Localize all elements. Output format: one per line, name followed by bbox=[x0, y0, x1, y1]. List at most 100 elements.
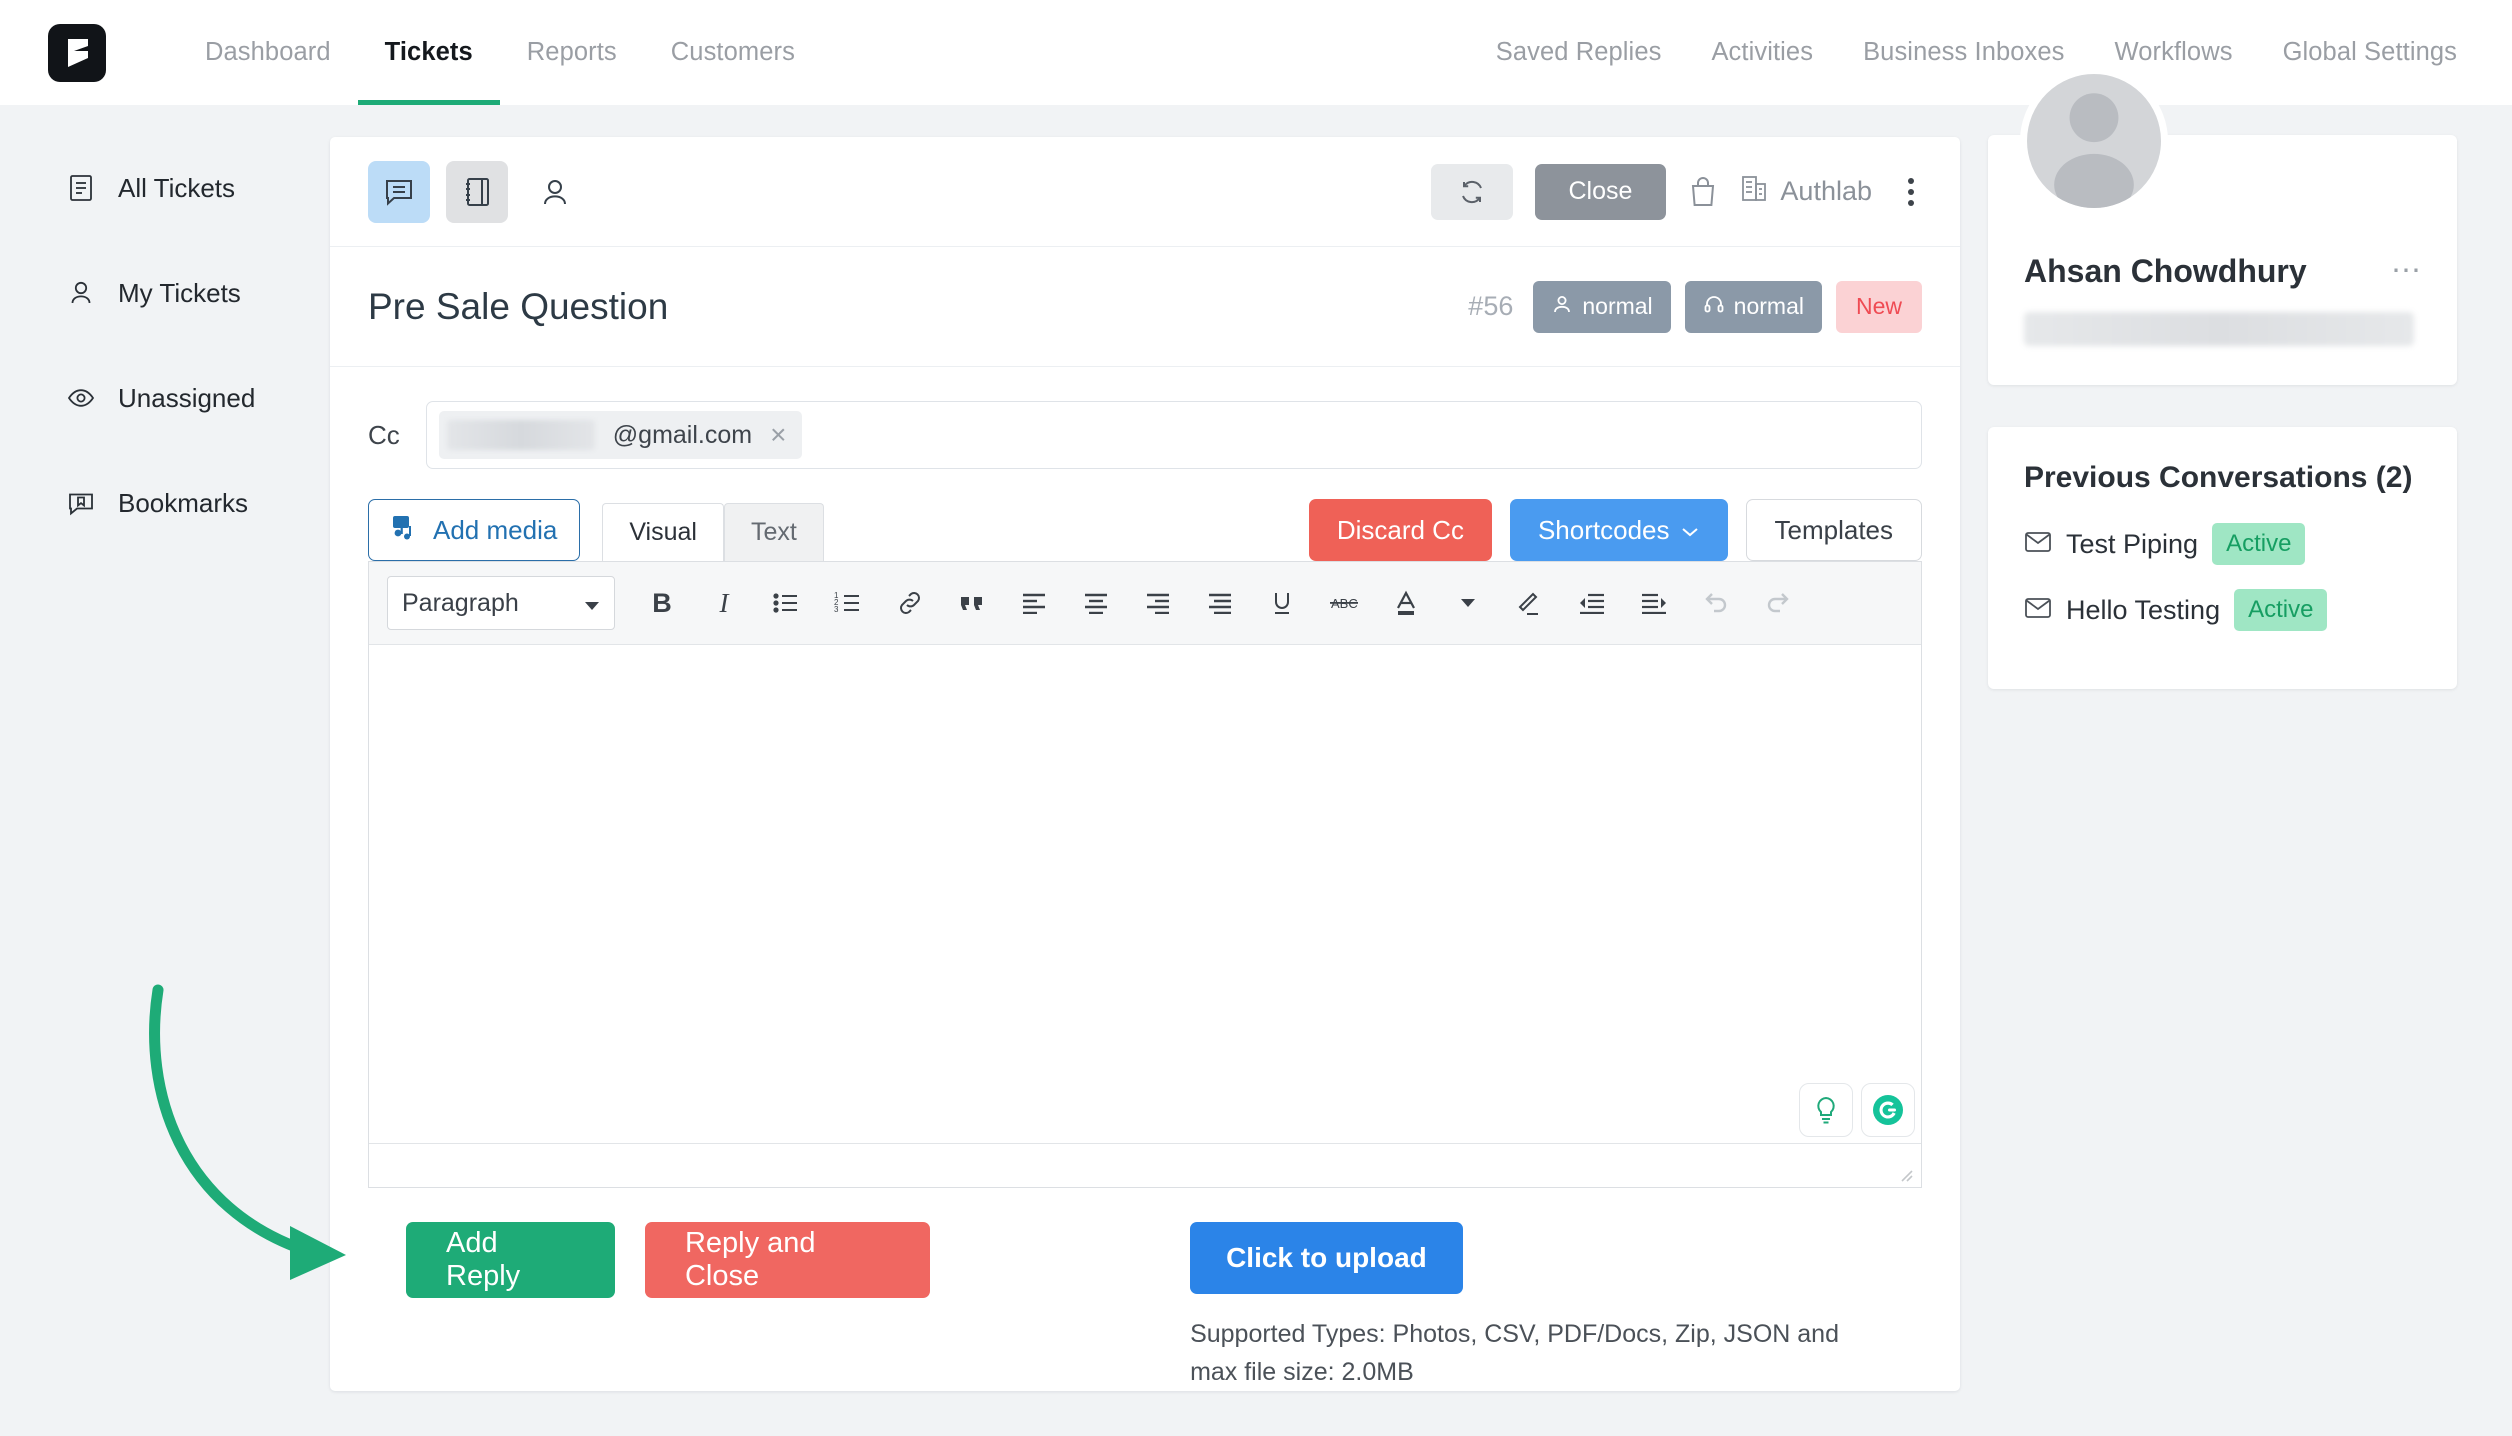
status-badge-label: New bbox=[1855, 293, 1902, 319]
templates-button[interactable]: Templates bbox=[1745, 499, 1922, 561]
kebab-menu-icon[interactable] bbox=[1894, 170, 1928, 214]
undo-icon[interactable] bbox=[1687, 576, 1745, 630]
nav-label: Tickets bbox=[384, 38, 473, 66]
ticket-card: Close Authlab Pre Sale Question #56 norm… bbox=[330, 137, 1960, 1391]
sidebar-item-my-tickets[interactable]: My Tickets bbox=[66, 265, 330, 321]
sidebar-item-bookmarks[interactable]: Bookmarks bbox=[66, 475, 330, 531]
outdent-icon[interactable] bbox=[1563, 576, 1621, 630]
italic-icon[interactable]: I bbox=[695, 576, 753, 630]
avatar[interactable] bbox=[2020, 67, 2168, 215]
nav-label: Workflows bbox=[2114, 38, 2233, 66]
discard-cc-button[interactable]: Discard Cc bbox=[1308, 499, 1492, 561]
align-center-icon[interactable] bbox=[1067, 576, 1125, 630]
text-color-caret-icon[interactable] bbox=[1439, 576, 1497, 630]
close-icon[interactable]: × bbox=[770, 421, 786, 449]
ellipsis-icon[interactable]: ⋯ bbox=[2391, 253, 2423, 288]
nav-label: Activities bbox=[1711, 38, 1814, 66]
clear-formatting-icon[interactable] bbox=[1501, 576, 1559, 630]
shortcodes-label: Shortcodes bbox=[1537, 514, 1670, 545]
nav-item-customers[interactable]: Customers bbox=[644, 0, 822, 105]
status-badge[interactable]: New bbox=[1835, 280, 1922, 333]
blockquote-icon[interactable] bbox=[943, 576, 1001, 630]
indent-icon[interactable] bbox=[1625, 576, 1683, 630]
shortcodes-button[interactable]: Shortcodes bbox=[1509, 499, 1728, 561]
underline-icon[interactable] bbox=[1253, 576, 1311, 630]
fluent-support-logo-icon[interactable] bbox=[48, 23, 106, 82]
list-item[interactable]: Hello Testing Active bbox=[2024, 589, 2421, 631]
cc-chip-domain: @gmail.com bbox=[612, 420, 753, 449]
grammarly-icon[interactable] bbox=[1861, 1083, 1915, 1137]
link-icon[interactable] bbox=[881, 576, 939, 630]
format-select[interactable]: Paragraph bbox=[387, 576, 615, 630]
resize-grip-icon[interactable] bbox=[1895, 1164, 1913, 1182]
bold-icon[interactable]: B bbox=[633, 576, 691, 630]
sidebar-item-label: All Tickets bbox=[118, 172, 236, 203]
tab-visual[interactable]: Visual bbox=[602, 503, 724, 561]
reply-and-close-button[interactable]: Reply and Close bbox=[644, 1222, 931, 1298]
editor-canvas[interactable] bbox=[369, 645, 1921, 1143]
align-justify-icon[interactable] bbox=[1191, 576, 1249, 630]
reply-and-close-label: Reply and Close bbox=[684, 1227, 816, 1292]
align-left-icon[interactable] bbox=[1005, 576, 1063, 630]
chevron-down-icon bbox=[1680, 515, 1700, 546]
compose-area: Cc @gmail.com × Add media Visual Text Di… bbox=[330, 367, 1960, 1391]
view-notes-button[interactable] bbox=[446, 160, 508, 223]
view-conversation-button[interactable] bbox=[368, 160, 430, 223]
tab-text[interactable]: Text bbox=[723, 503, 824, 561]
editor-statusbar bbox=[369, 1143, 1921, 1187]
nav-item-activities[interactable]: Activities bbox=[1686, 0, 1838, 105]
add-media-button[interactable]: Add media bbox=[368, 499, 581, 561]
nav-label: Global Settings bbox=[2282, 38, 2457, 66]
strikethrough-icon[interactable]: ABC bbox=[1315, 576, 1373, 630]
nav-item-global-settings[interactable]: Global Settings bbox=[2258, 0, 2457, 105]
add-reply-label: Add Reply bbox=[446, 1227, 521, 1292]
ticket-badges: #56 normal normal New bbox=[1468, 280, 1922, 333]
discard-cc-label: Discard Cc bbox=[1336, 514, 1464, 545]
cc-input[interactable]: @gmail.com × bbox=[425, 401, 1922, 469]
editor-toolbar: Paragraph B I 1 2 3 ABC bbox=[369, 562, 1921, 645]
caret-down-icon bbox=[584, 589, 600, 618]
priority-badge[interactable]: normal bbox=[1533, 280, 1671, 333]
sidebar-item-unassigned[interactable]: Unassigned bbox=[66, 370, 330, 426]
secondary-nav: Saved Replies Activities Business Inboxe… bbox=[1471, 0, 2457, 105]
view-customer-button[interactable] bbox=[524, 161, 586, 223]
previous-conversations-card: Previous Conversations (2) Test Piping A… bbox=[1988, 427, 2457, 689]
click-to-upload-button[interactable]: Click to upload bbox=[1190, 1222, 1463, 1294]
nav-item-dashboard[interactable]: Dashboard bbox=[178, 0, 358, 105]
shopping-bag-icon[interactable] bbox=[1688, 175, 1718, 209]
organization-label: Authlab bbox=[1780, 176, 1872, 206]
nav-item-saved-replies[interactable]: Saved Replies bbox=[1471, 0, 1687, 105]
lightbulb-icon[interactable] bbox=[1799, 1083, 1853, 1137]
close-ticket-button[interactable]: Close bbox=[1534, 163, 1667, 220]
primary-nav: Dashboard Tickets Reports Customers bbox=[178, 0, 822, 105]
sidebar-item-label: My Tickets bbox=[118, 277, 241, 308]
envelope-icon bbox=[2024, 597, 2052, 624]
redo-icon[interactable] bbox=[1749, 576, 1807, 630]
compose-actions: Add Reply Reply and Close Click to uploa… bbox=[368, 1188, 1922, 1391]
nav-item-reports[interactable]: Reports bbox=[500, 0, 644, 105]
person-icon bbox=[66, 278, 96, 308]
ticket-title-row: Pre Sale Question #56 normal normal New bbox=[330, 247, 1960, 367]
customer-card: ⋯ Ahsan Chowdhury bbox=[1988, 67, 2457, 385]
nav-item-tickets[interactable]: Tickets bbox=[357, 0, 500, 105]
priority-badge-label: normal bbox=[1582, 293, 1653, 319]
bulleted-list-icon[interactable] bbox=[757, 576, 815, 630]
right-panel: ⋯ Ahsan Chowdhury Previous Conversations… bbox=[1960, 67, 2512, 1436]
support-badge[interactable]: normal bbox=[1684, 280, 1822, 333]
list-item[interactable]: Test Piping Active bbox=[2024, 523, 2421, 565]
editor-header: Add media Visual Text Discard Cc Shortco… bbox=[368, 499, 1922, 561]
cc-chip: @gmail.com × bbox=[438, 411, 803, 459]
text-color-icon[interactable] bbox=[1377, 576, 1435, 630]
building-icon bbox=[1740, 173, 1768, 210]
customer-name: Ahsan Chowdhury bbox=[2024, 253, 2307, 289]
conversation-name: Test Piping bbox=[2066, 528, 2199, 559]
organization-link[interactable]: Authlab bbox=[1740, 173, 1872, 210]
numbered-list-icon[interactable]: 1 2 3 bbox=[819, 576, 877, 630]
add-reply-button[interactable]: Add Reply bbox=[406, 1222, 615, 1298]
ticket-toolbar: Close Authlab bbox=[330, 137, 1960, 247]
align-right-icon[interactable] bbox=[1129, 576, 1187, 630]
ticket-number: #56 bbox=[1468, 291, 1514, 321]
refresh-button[interactable] bbox=[1430, 163, 1513, 220]
sidebar-item-all-tickets[interactable]: All Tickets bbox=[66, 160, 330, 216]
ticket-toolbar-actions: Close Authlab bbox=[1430, 163, 1929, 220]
